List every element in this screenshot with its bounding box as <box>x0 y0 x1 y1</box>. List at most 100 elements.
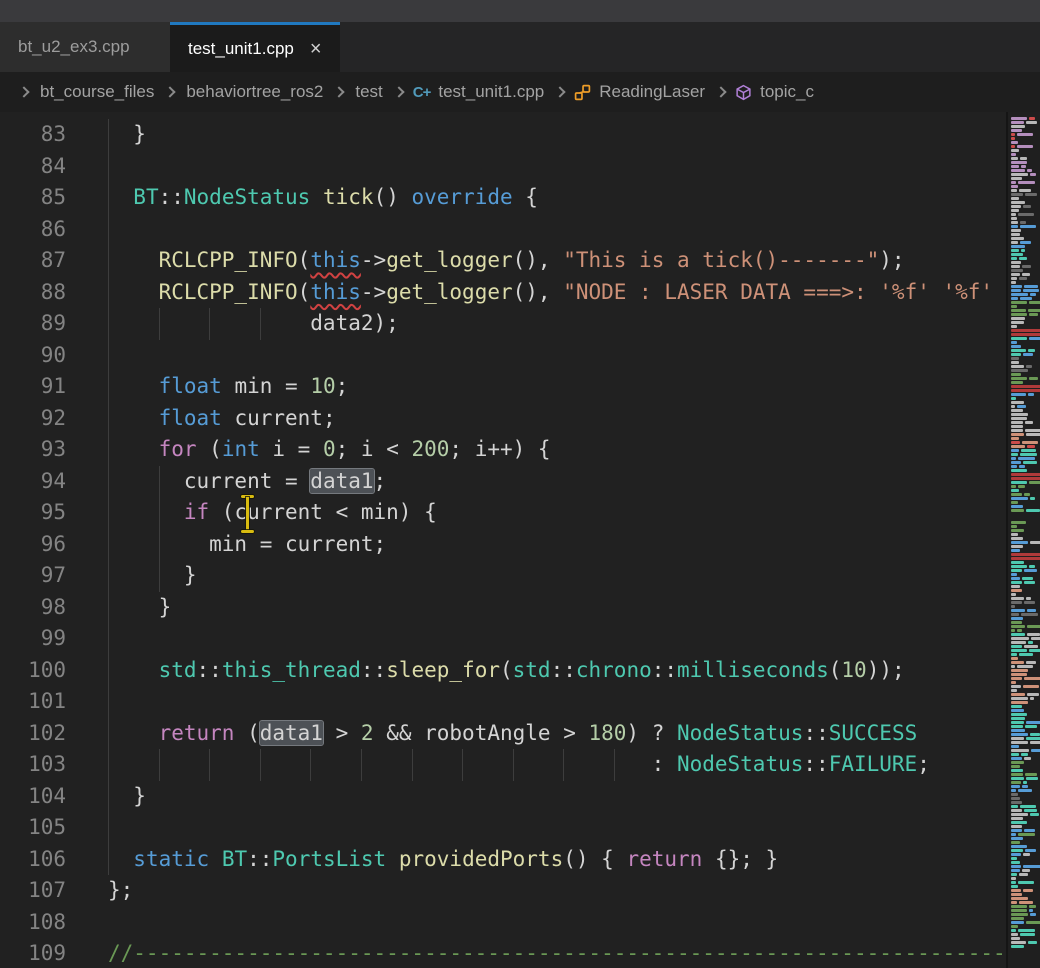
code-line[interactable]: } <box>108 560 1040 592</box>
minimap-row <box>1011 425 1039 428</box>
code-line[interactable] <box>108 340 1040 372</box>
minimap-row <box>1011 145 1039 148</box>
line-number: 96 <box>0 529 66 561</box>
minimap-row <box>1011 857 1039 860</box>
code-lines[interactable]: } BT::NodeStatus tick() override { RCLCP… <box>108 112 1040 968</box>
breadcrumb-label: ReadingLaser <box>599 82 705 102</box>
minimap-row <box>1011 653 1039 656</box>
code-line[interactable]: RCLCPP_INFO(this->get_logger(), "This is… <box>108 245 1040 277</box>
minimap-row <box>1011 509 1039 512</box>
line-number: 106 <box>0 844 66 876</box>
breadcrumb-item-ReadingLaser[interactable]: ReadingLaser <box>574 82 707 102</box>
minimap-row <box>1011 253 1039 256</box>
code-text: if (current < min) { <box>108 500 437 524</box>
minimap-row <box>1011 873 1039 876</box>
code-line[interactable]: min = current; <box>108 529 1040 561</box>
minimap-row <box>1011 333 1039 336</box>
minimap-row <box>1011 445 1039 448</box>
minimap-row <box>1011 257 1039 260</box>
minimap-row <box>1011 353 1039 356</box>
code-editor[interactable]: 8384858687888990919293949596979899100101… <box>0 112 1040 968</box>
code-line[interactable]: float min = 10; <box>108 371 1040 403</box>
minimap-row <box>1011 465 1039 468</box>
minimap-row <box>1011 453 1039 456</box>
code-line[interactable] <box>108 214 1040 246</box>
minimap-row <box>1011 269 1039 272</box>
minimap-row <box>1011 429 1039 432</box>
minimap-row <box>1011 513 1039 516</box>
breadcrumb-item-topic_c[interactable]: topic_c <box>735 82 816 102</box>
code-line[interactable] <box>108 623 1040 655</box>
code-line[interactable] <box>108 151 1040 183</box>
minimap-row <box>1011 721 1039 724</box>
tab-test_unit1-cpp[interactable]: test_unit1.cpp × <box>170 22 340 72</box>
tab-label: bt_u2_ex3.cpp <box>18 37 130 57</box>
code-line[interactable]: : NodeStatus::FAILURE; <box>108 749 1040 781</box>
code-line[interactable]: current = data1; <box>108 466 1040 498</box>
minimap-row <box>1011 305 1039 308</box>
minimap-row <box>1011 697 1039 700</box>
minimap-row <box>1011 529 1039 532</box>
minimap-row <box>1011 725 1039 728</box>
field-symbol-icon <box>735 84 752 101</box>
code-line[interactable]: BT::NodeStatus tick() override { <box>108 182 1040 214</box>
code-line[interactable]: if (current < min) { <box>108 497 1040 529</box>
breadcrumb-item-test[interactable]: test <box>353 82 384 102</box>
minimap-row <box>1011 613 1039 616</box>
minimap-row <box>1011 781 1039 784</box>
code-line[interactable]: float current; <box>108 403 1040 435</box>
minimap-row <box>1011 865 1039 868</box>
minimap-row <box>1011 521 1039 524</box>
line-number: 85 <box>0 182 66 214</box>
editor-tab-bar: bt_u2_ex3.cpp test_unit1.cpp × <box>0 22 1040 72</box>
tab-bt_u2_ex3-cpp[interactable]: bt_u2_ex3.cpp <box>0 22 170 72</box>
code-line[interactable]: std::this_thread::sleep_for(std::chrono:… <box>108 655 1040 687</box>
minimap-row <box>1011 593 1039 596</box>
minimap[interactable] <box>1006 112 1040 968</box>
minimap-row <box>1011 261 1039 264</box>
breadcrumb-item-bt_course_files[interactable]: bt_course_files <box>38 82 156 102</box>
code-text: : NodeStatus::FAILURE; <box>108 752 930 776</box>
minimap-row <box>1011 441 1039 444</box>
code-line[interactable]: for (int i = 0; i < 200; i++) { <box>108 434 1040 466</box>
code-line[interactable]: //--------------------------------------… <box>108 938 1040 968</box>
minimap-row <box>1011 233 1039 236</box>
code-line[interactable]: } <box>108 119 1040 151</box>
line-number-gutter: 8384858687888990919293949596979899100101… <box>0 112 66 968</box>
minimap-row <box>1011 585 1039 588</box>
close-icon[interactable]: × <box>310 39 322 59</box>
breadcrumb-item-test_unit1-cpp[interactable]: C+test_unit1.cpp <box>413 82 546 102</box>
minimap-row <box>1011 625 1039 628</box>
code-line[interactable]: } <box>108 781 1040 813</box>
line-number: 92 <box>0 403 66 435</box>
minimap-row <box>1011 933 1039 936</box>
code-line[interactable] <box>108 812 1040 844</box>
breadcrumb-item-behaviortree_ros2[interactable]: behaviortree_ros2 <box>184 82 325 102</box>
code-text: static BT::PortsList providedPorts() { r… <box>108 847 778 871</box>
minimap-row <box>1011 217 1039 220</box>
minimap-row <box>1011 737 1039 740</box>
minimap-row <box>1011 945 1039 948</box>
line-number: 109 <box>0 938 66 968</box>
code-line[interactable]: } <box>108 592 1040 624</box>
minimap-row <box>1011 877 1039 880</box>
code-line[interactable] <box>108 907 1040 939</box>
minimap-row <box>1011 681 1039 684</box>
minimap-row <box>1011 649 1039 652</box>
code-line[interactable]: RCLCPP_INFO(this->get_logger(), "NODE : … <box>108 277 1040 309</box>
minimap-row <box>1011 153 1039 156</box>
code-line[interactable] <box>108 686 1040 718</box>
minimap-row <box>1011 749 1039 752</box>
minimap-row <box>1011 397 1039 400</box>
minimap-row <box>1011 361 1039 364</box>
minimap-row <box>1011 853 1039 856</box>
minimap-row <box>1011 181 1039 184</box>
line-number: 88 <box>0 277 66 309</box>
code-line[interactable]: data2); <box>108 308 1040 340</box>
indent-guide <box>108 686 109 718</box>
code-line[interactable]: static BT::PortsList providedPorts() { r… <box>108 844 1040 876</box>
minimap-row <box>1011 621 1039 624</box>
code-line[interactable]: return (data1 > 2 && robotAngle > 180) ?… <box>108 718 1040 750</box>
code-line[interactable]: }; <box>108 875 1040 907</box>
tab-label: test_unit1.cpp <box>188 39 294 59</box>
